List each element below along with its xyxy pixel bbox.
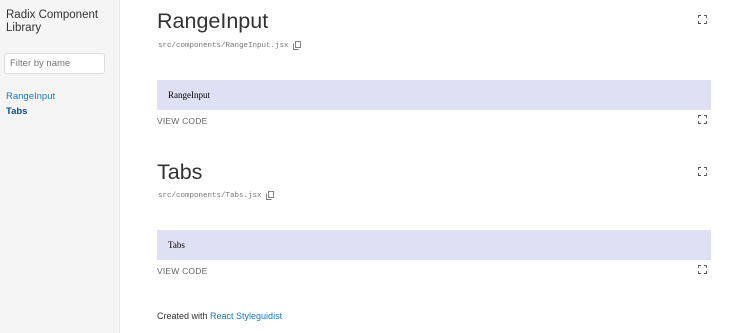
component-path-rangeinput: src/components/RangeInput.jsx bbox=[158, 41, 301, 50]
styleguide-app: Radix Component Library RangeInput Tabs … bbox=[0, 0, 730, 333]
nav-item-rangeinput: RangeInput bbox=[6, 89, 55, 104]
filter-input[interactable] bbox=[4, 53, 105, 74]
nav-link-tabs[interactable]: Tabs bbox=[6, 106, 27, 117]
fullscreen-icon[interactable] bbox=[698, 265, 707, 274]
fullscreen-icon[interactable] bbox=[698, 115, 707, 124]
component-preview-rangeinput: RangeInput bbox=[157, 80, 711, 110]
styleguidist-link[interactable]: React Styleguidist bbox=[210, 311, 282, 321]
view-code-button[interactable]: VIEW CODE bbox=[157, 266, 207, 276]
library-title: Radix Component Library bbox=[6, 9, 99, 34]
copy-icon[interactable] bbox=[292, 41, 301, 50]
path-text: src/components/Tabs.jsx bbox=[158, 191, 262, 200]
footer-prefix: Created with bbox=[157, 311, 211, 321]
component-title-tabs[interactable]: Tabs bbox=[157, 160, 202, 184]
view-code-button[interactable]: VIEW CODE bbox=[157, 116, 207, 126]
component-preview-tabs: Tabs bbox=[157, 230, 711, 260]
sidebar: Radix Component Library RangeInput Tabs bbox=[0, 0, 120, 333]
component-nav: RangeInput Tabs bbox=[6, 89, 55, 119]
copy-icon[interactable] bbox=[265, 191, 274, 200]
footer: Created with React Styleguidist bbox=[157, 311, 282, 321]
fullscreen-icon[interactable] bbox=[698, 15, 707, 24]
fullscreen-icon[interactable] bbox=[698, 167, 707, 176]
component-title-rangeinput[interactable]: RangeInput bbox=[157, 9, 268, 33]
nav-item-tabs: Tabs bbox=[6, 104, 55, 119]
nav-link-rangeinput[interactable]: RangeInput bbox=[6, 91, 55, 102]
component-path-tabs: src/components/Tabs.jsx bbox=[158, 191, 274, 200]
path-text: src/components/RangeInput.jsx bbox=[158, 41, 289, 50]
